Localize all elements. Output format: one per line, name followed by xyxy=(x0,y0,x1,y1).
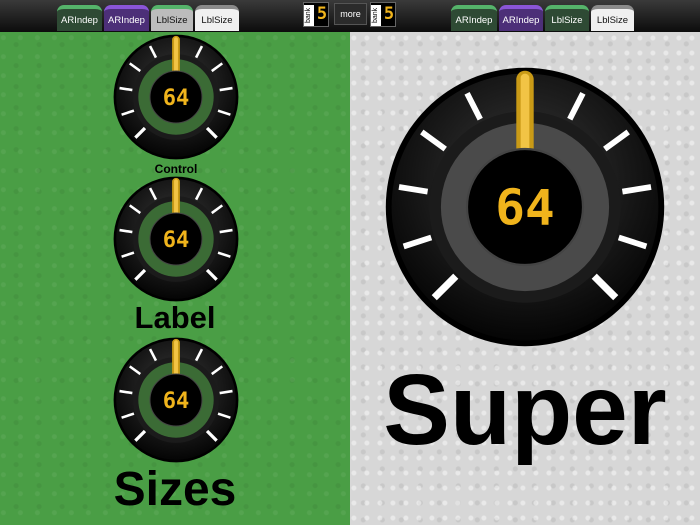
knob-graphic: 64 xyxy=(113,176,239,302)
green-panel: 64 Control 64 Label 64 Sizes xyxy=(0,32,350,525)
knob-value: 64 xyxy=(163,388,190,414)
knob-graphic: 64 xyxy=(113,34,239,160)
tab-arindep-4[interactable]: ARIndep xyxy=(499,5,543,31)
bank-label: bank xyxy=(304,5,314,26)
knob-top[interactable]: 64 xyxy=(111,32,241,162)
more-button[interactable]: more xyxy=(334,3,367,25)
knob-tick xyxy=(219,228,233,234)
knob-middle[interactable]: 64 xyxy=(111,174,241,304)
knob-bottom[interactable]: 64 xyxy=(111,335,241,465)
bank-number: 5 xyxy=(383,4,395,24)
tab-arindep-1[interactable]: ARIndep xyxy=(57,5,102,31)
sizes-caption: Sizes xyxy=(113,463,237,516)
label-caption: Label xyxy=(134,300,216,335)
top-toolbar: ARIndep ARIndep LblSize LblSize bank 5 m… xyxy=(0,0,700,32)
tab-lblsize-2[interactable]: LblSize xyxy=(195,5,239,31)
knob-tick xyxy=(219,389,233,395)
tab-arindep-3[interactable]: ARIndep xyxy=(451,5,497,31)
bank-number: 5 xyxy=(316,4,328,24)
tab-lblsize-1[interactable]: LblSize xyxy=(151,5,193,31)
knob-value: 64 xyxy=(163,85,190,111)
tab-lblsize-4[interactable]: LblSize xyxy=(591,5,634,31)
knob-graphic: 64 xyxy=(113,337,239,463)
bank-label: bank xyxy=(371,5,381,26)
bank-selector-left[interactable]: bank 5 xyxy=(303,2,329,27)
knob-tick xyxy=(398,184,429,195)
knob-tick xyxy=(219,86,233,92)
knob-tick xyxy=(119,228,133,234)
knob-large[interactable]: 64 xyxy=(380,52,670,362)
knob-graphic: 64 xyxy=(385,67,665,347)
knob-value: 64 xyxy=(163,227,190,253)
gray-panel: 64 Super xyxy=(350,32,700,525)
knob-tick xyxy=(621,184,652,195)
tab-arindep-2[interactable]: ARIndep xyxy=(104,5,149,31)
tab-lblsize-3[interactable]: LblSize xyxy=(545,5,589,31)
knob-tick xyxy=(119,86,133,92)
super-caption: Super xyxy=(383,354,667,466)
knob-value: 64 xyxy=(495,178,554,236)
knob-tick xyxy=(119,389,133,395)
bank-selector-right[interactable]: bank 5 xyxy=(370,2,396,27)
